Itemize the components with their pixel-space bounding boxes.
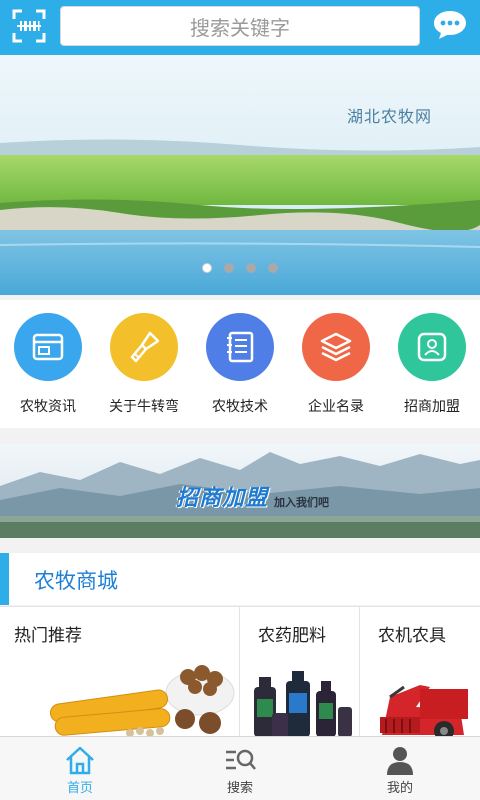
nav-label: 我的 xyxy=(386,781,413,796)
broom-icon xyxy=(110,313,178,381)
category-label: 关于牛转弯 xyxy=(109,399,179,415)
carousel-dot[interactable] xyxy=(246,263,256,273)
product-card-machinery[interactable]: 农机农具 xyxy=(360,607,480,737)
person-icon xyxy=(398,313,466,381)
pesticide-bottles-image xyxy=(254,671,352,737)
search-placeholder: 搜索关键字 xyxy=(190,15,290,40)
banner-carousel[interactable]: 湖北农牧网 xyxy=(0,55,480,295)
bottom-navigation: 首页 搜索 我的 xyxy=(0,736,480,800)
banner-image xyxy=(0,55,480,295)
nav-label: 搜索 xyxy=(226,781,253,796)
category-label: 企业名录 xyxy=(308,399,364,415)
category-item-tech[interactable]: 农牧技术 xyxy=(192,300,288,428)
category-label: 招商加盟 xyxy=(404,399,460,415)
grain-image xyxy=(49,665,235,737)
user-icon xyxy=(387,747,413,775)
product-grid: 热门推荐 农药肥料 农机农具 xyxy=(0,606,480,737)
category-item-news[interactable]: 农牧资讯 xyxy=(0,300,96,428)
product-label: 热门推荐 xyxy=(14,626,82,646)
top-bar: 搜索关键字 xyxy=(0,0,480,55)
join-banner-title: 招商加盟 xyxy=(176,486,269,511)
home-icon xyxy=(66,746,94,775)
nav-label: 首页 xyxy=(66,781,93,796)
category-item-join[interactable]: 招商加盟 xyxy=(384,300,480,428)
carousel-dot[interactable] xyxy=(202,263,212,273)
carousel-dot[interactable] xyxy=(268,263,278,273)
product-card-hot[interactable]: 热门推荐 xyxy=(0,607,240,737)
scan-icon[interactable] xyxy=(12,9,46,43)
carousel-indicator xyxy=(0,263,480,273)
document-window-icon xyxy=(14,313,82,381)
mall-section-header: 农牧商城 xyxy=(0,553,480,605)
nav-search[interactable]: 搜索 xyxy=(160,737,320,800)
category-item-about[interactable]: 关于牛转弯 xyxy=(96,300,192,428)
join-banner-subtitle: 加入我们吧 xyxy=(274,496,329,509)
category-grid: 农牧资讯 关于牛转弯 农牧技术 企业名录 招商加盟 xyxy=(0,300,480,428)
section-title: 农牧商城 xyxy=(34,569,118,593)
category-label: 农牧资讯 xyxy=(20,399,76,415)
harvester-image xyxy=(380,685,468,737)
search-input[interactable]: 搜索关键字 xyxy=(60,6,420,46)
message-icon[interactable] xyxy=(432,8,468,42)
search-icon xyxy=(226,749,256,770)
layers-icon xyxy=(302,313,370,381)
notebook-icon xyxy=(206,313,274,381)
banner-caption: 湖北农牧网 xyxy=(346,107,432,126)
category-label: 农牧技术 xyxy=(212,399,268,415)
join-banner[interactable]: 招商加盟 加入我们吧 xyxy=(0,444,480,538)
category-item-directory[interactable]: 企业名录 xyxy=(288,300,384,428)
product-label: 农药肥料 xyxy=(258,626,326,646)
nav-home[interactable]: 首页 xyxy=(0,737,160,800)
carousel-dot[interactable] xyxy=(224,263,234,273)
section-accent-bar xyxy=(0,553,9,605)
nav-profile[interactable]: 我的 xyxy=(320,737,480,800)
product-label: 农机农具 xyxy=(378,626,446,646)
product-card-pesticide[interactable]: 农药肥料 xyxy=(240,607,360,737)
